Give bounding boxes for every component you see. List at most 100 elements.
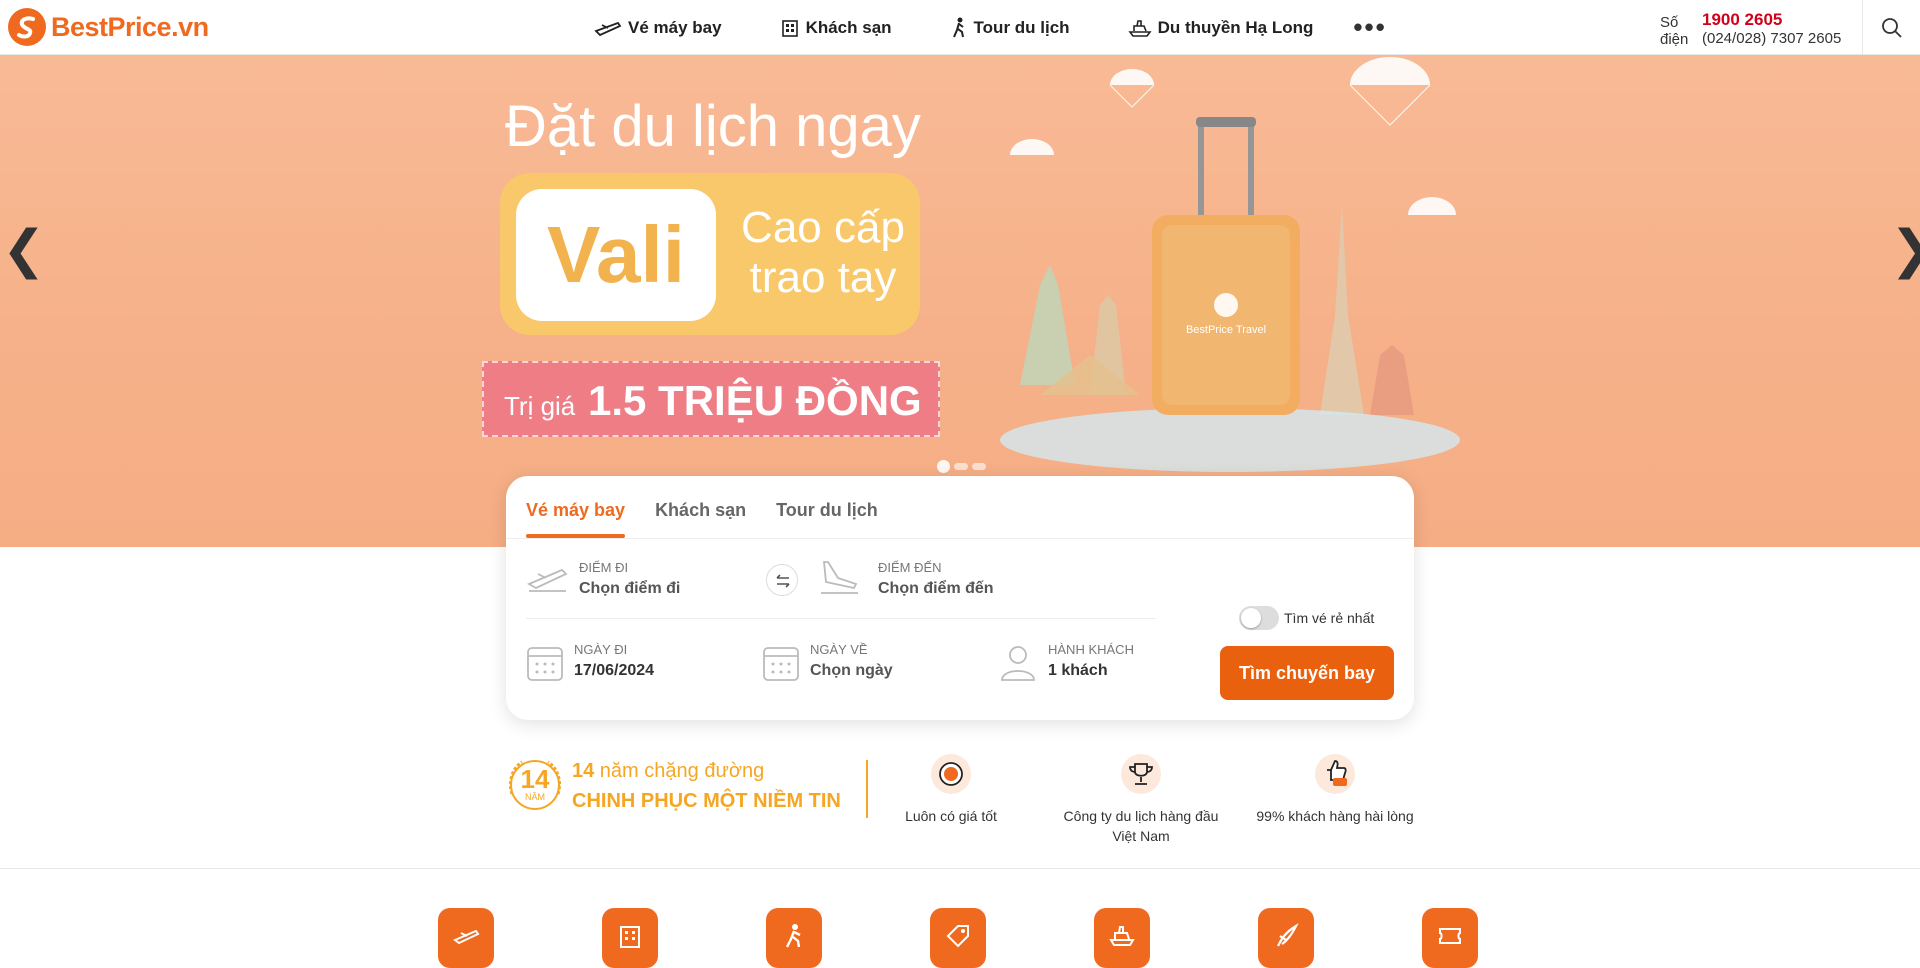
site-logo[interactable]: BestPrice.vn — [8, 8, 209, 46]
contact-label: Số điện — [1660, 14, 1688, 47]
nav-item-label: Vé máy bay — [628, 17, 722, 37]
nav-item-flights[interactable]: Vé máy bay — [594, 18, 722, 38]
swap-button[interactable] — [766, 564, 798, 596]
trust-years: 14 năm chặng đường — [572, 760, 764, 783]
search-flights-button[interactable]: Tìm chuyến bay — [1220, 646, 1394, 700]
logo-mark-icon — [8, 8, 46, 46]
ticket-category-icon — [946, 925, 969, 948]
swap-icon — [776, 574, 790, 588]
calendar-icon — [763, 647, 799, 681]
depart-date-field[interactable]: Ngày đi 17/06/2024 — [526, 640, 736, 690]
search-button[interactable] — [1880, 16, 1904, 40]
phone-secondary[interactable]: (024/028) 7307 2605 — [1702, 30, 1841, 47]
category-tours[interactable] — [766, 908, 822, 968]
tour-category-icon — [785, 924, 801, 948]
hotel-category-icon — [620, 926, 640, 948]
hiker-icon — [952, 17, 964, 37]
feature-top-company: Công ty du lịch hàng đầu Việt Nam — [1056, 754, 1226, 846]
banner-promo-box: Vali Cao cấp trao tay — [500, 173, 920, 335]
price-prefix: Trị giá — [504, 391, 576, 421]
depart-label: Ngày đi — [574, 642, 628, 657]
price-value: 1.5 TRIỆU ĐỒNG — [588, 377, 922, 424]
banner-promo-line1: Cao cấp — [741, 203, 905, 252]
passengers-field[interactable]: Hành khách 1 khách — [998, 640, 1178, 690]
person-icon — [1001, 646, 1035, 681]
category-bar — [438, 908, 1538, 968]
price-tag-icon — [931, 754, 971, 794]
trust-slogan: CHINH PHỤC MỘT NIỀM TIN — [572, 790, 841, 812]
feature-best-price: Luôn có giá tốt — [866, 754, 1036, 826]
feature-text: 99% khách hàng hài lòng — [1256, 808, 1414, 824]
banner-overlay — [0, 55, 1920, 547]
tabs-divider — [506, 538, 1414, 539]
header-divider — [1862, 0, 1863, 55]
from-value: Chọn điểm đi — [579, 580, 681, 597]
category-flights[interactable] — [438, 908, 494, 968]
to-field[interactable]: Điểm đến Chọn điểm đến — [818, 556, 1118, 606]
carousel-dot-3[interactable] — [972, 463, 986, 470]
banner-vali-text: Vali — [516, 189, 716, 321]
passengers-value: 1 khách — [1048, 662, 1108, 679]
carousel-dot-1[interactable] — [937, 460, 950, 473]
search-tabs: Vé máy bay Khách sạn Tour du lịch — [526, 476, 908, 538]
feature-text: Công ty du lịch hàng đầu Việt Nam — [1063, 808, 1219, 844]
tab-flights[interactable]: Vé máy bay — [526, 476, 626, 538]
trophy-icon — [1121, 754, 1161, 794]
landing-icon — [821, 561, 858, 594]
banner-prev-arrow[interactable]: ❮ — [2, 220, 46, 280]
thumbs-up-icon — [1315, 754, 1355, 794]
nav-more-button[interactable]: ••• — [1353, 12, 1386, 43]
banner-promo-subtitle: Cao cấp trao tay — [728, 203, 918, 303]
banner-promo-line2: trao tay — [749, 253, 897, 302]
category-hotels[interactable] — [602, 908, 658, 968]
years-number: 14 — [572, 760, 595, 782]
hotel-icon — [781, 19, 798, 37]
search-card: Vé máy bay Khách sạn Tour du lịch Điểm đ… — [506, 476, 1414, 720]
search-icon — [1882, 18, 1902, 38]
cheapest-toggle[interactable] — [1239, 606, 1279, 630]
category-voucher[interactable] — [1422, 908, 1478, 968]
badge-unit: NĂM — [525, 792, 545, 802]
tab-tours[interactable]: Tour du lịch — [776, 476, 878, 538]
takeoff-icon — [526, 568, 568, 592]
phone-primary[interactable]: 1900 2605 — [1702, 10, 1782, 30]
category-tickets[interactable] — [930, 908, 986, 968]
badge-number: 14 — [520, 764, 550, 794]
return-date-field[interactable]: Ngày về Chọn ngày — [762, 640, 972, 690]
to-value: Chọn điểm đến — [878, 580, 994, 597]
nav-item-label: Khách sạn — [805, 17, 892, 37]
nav-item-hotels[interactable]: Khách sạn — [780, 18, 892, 38]
plane-category-icon — [453, 929, 480, 945]
anniversary-badge: 14 NĂM — [506, 754, 564, 816]
nav-item-label: Du thuyền Hạ Long — [1157, 17, 1314, 37]
calendar-icon — [527, 647, 563, 681]
voucher-category-icon — [1439, 928, 1461, 944]
return-label: Ngày về — [810, 642, 868, 657]
section-divider — [0, 868, 1920, 869]
flight-hotel-category-icon — [1277, 923, 1299, 947]
feature-satisfaction: 99% khách hàng hài lòng — [1250, 754, 1420, 826]
years-text: năm chặng đường — [594, 760, 765, 782]
feature-text: Luôn có giá tốt — [905, 808, 997, 824]
carousel-dot-2[interactable] — [954, 463, 968, 470]
banner-title: Đặt du lịch ngay — [505, 94, 921, 159]
tab-hotels[interactable]: Khách sạn — [655, 476, 746, 538]
cheapest-toggle-label: Tìm vé rẻ nhất — [1284, 610, 1375, 626]
nav-item-cruises[interactable]: Du thuyền Hạ Long — [1127, 17, 1314, 38]
row-divider — [526, 618, 1156, 619]
hero-banner[interactable]: BestPrice Travel ❮ ❯ Đặt du lịch ngay Va… — [0, 55, 1920, 547]
cruise-category-icon — [1109, 926, 1135, 946]
nav-item-label: Tour du lịch — [973, 17, 1070, 37]
nav-item-tours[interactable]: Tour du lịch — [950, 17, 1070, 39]
plane-icon — [594, 21, 622, 36]
banner-price-tag: Trị giá 1.5 TRIỆU ĐỒNG — [482, 361, 940, 437]
from-field[interactable]: Điểm đi Chọn điểm đi — [526, 556, 756, 606]
main-nav: Vé máy bay Khách sạn Tour du lịch Du thu… — [594, 0, 1387, 55]
banner-next-arrow[interactable]: ❯ — [1890, 220, 1920, 280]
return-value: Chọn ngày — [810, 662, 893, 679]
trust-bar: 14 NĂM 14 năm chặng đường CHINH PHỤC MỘT… — [506, 752, 1414, 862]
site-header: BestPrice.vn Vé máy bay Khách sạn Tour d… — [0, 0, 1920, 55]
category-flight-hotel[interactable] — [1258, 908, 1314, 968]
category-cruises[interactable] — [1094, 908, 1150, 968]
to-label: Điểm đến — [878, 560, 942, 575]
